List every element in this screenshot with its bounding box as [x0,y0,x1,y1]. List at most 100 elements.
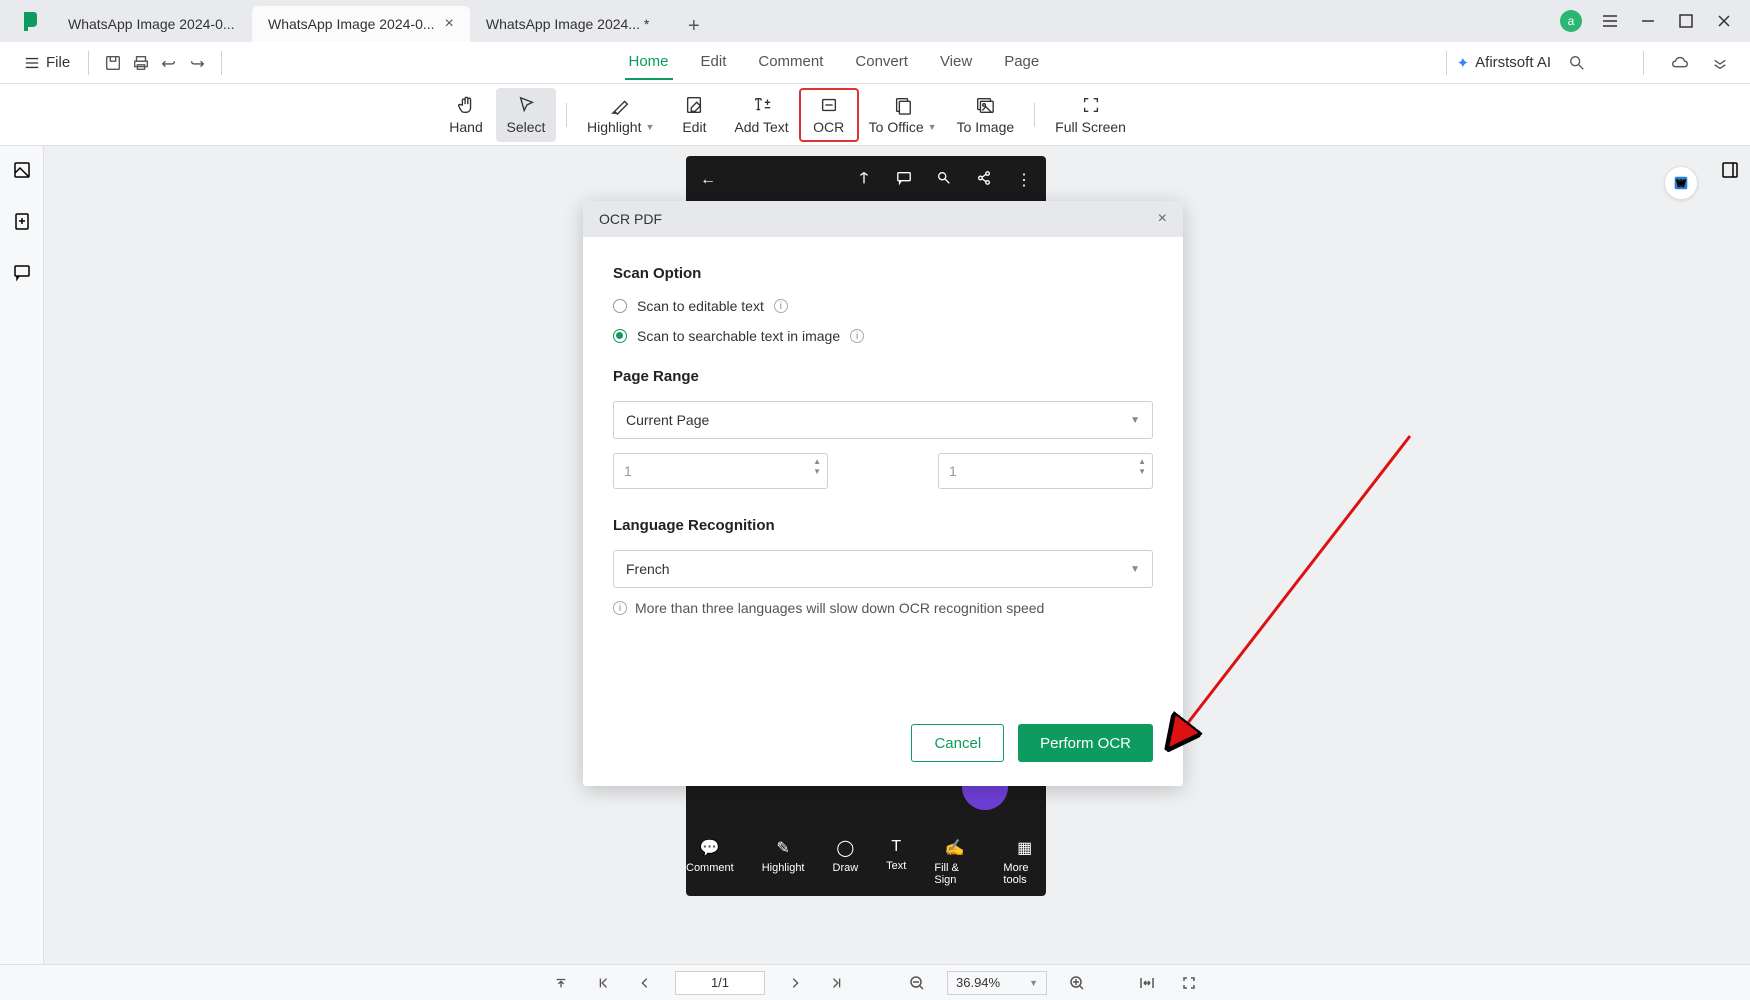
add-tab-button[interactable]: + [678,10,710,42]
minimize-icon[interactable] [1638,11,1658,31]
office-icon [893,95,913,115]
add-text-tool[interactable]: Add Text [724,88,798,142]
spinner-arrows[interactable]: ▲▼ [813,458,821,476]
cancel-button[interactable]: Cancel [911,724,1004,762]
document-tab[interactable]: WhatsApp Image 2024-0... × [252,6,470,42]
preview-bottom-bar: 💬Comment ✎Highlight ◯Draw TText ✍Fill & … [686,838,1046,886]
ai-button[interactable]: ✦ Afirstsoft AI [1457,54,1551,72]
cloud-icon[interactable] [1666,49,1694,77]
preview-tool[interactable]: ✍Fill & Sign [934,838,975,886]
menu-tab-comment[interactable]: Comment [754,45,827,80]
statusbar: 36.94% ▼ [0,964,1750,1000]
left-sidebar [0,146,44,964]
file-menu-button[interactable]: File [16,50,78,75]
hamburger-icon[interactable] [1600,11,1620,31]
info-icon[interactable]: i [850,329,864,343]
document-tab[interactable]: WhatsApp Image 2024-0... [52,6,252,42]
maximize-icon[interactable] [1676,11,1696,31]
svg-text:W: W [1677,179,1686,189]
save-icon[interactable] [99,49,127,77]
back-arrow-icon[interactable]: ← [700,171,716,189]
more-icon[interactable]: ⋮ [1016,170,1032,190]
ocr-tool[interactable]: OCR [799,88,859,142]
tab-label: WhatsApp Image 2024... * [486,16,649,32]
fit-page-icon[interactable] [1177,971,1201,995]
sign-icon: ✍ [945,838,965,858]
info-icon[interactable]: i [774,299,788,313]
chevron-down-icon: ▼ [1130,564,1140,575]
comment-icon[interactable] [896,170,912,191]
word-export-float-button[interactable]: W [1664,166,1698,200]
bookmark-add-icon[interactable] [12,211,32,236]
preview-tool[interactable]: ▦More tools [1003,838,1046,886]
edit-tool[interactable]: Edit [664,88,724,142]
share-icon[interactable] [976,170,992,191]
menu-tab-edit[interactable]: Edit [697,45,731,80]
user-avatar[interactable]: a [1560,10,1582,32]
close-window-icon[interactable] [1714,11,1734,31]
to-office-tool[interactable]: To Office▼ [859,88,947,142]
fit-width-icon[interactable] [1135,971,1159,995]
radio-icon [613,329,627,343]
last-page-icon[interactable] [825,971,849,995]
ai-label: Afirstsoft AI [1475,54,1551,71]
zoom-in-icon[interactable] [1065,971,1089,995]
preview-tool[interactable]: ◯Draw [833,838,859,886]
page-range-select[interactable]: Current Page ▼ [613,401,1153,439]
language-heading: Language Recognition [613,517,1153,534]
ocr-icon [819,95,839,115]
language-select[interactable]: French ▼ [613,550,1153,588]
collapse-ribbon-icon[interactable] [1706,49,1734,77]
scroll-top-icon[interactable] [549,971,573,995]
menu-tab-page[interactable]: Page [1000,45,1043,80]
prev-page-icon[interactable] [633,971,657,995]
first-page-icon[interactable] [591,971,615,995]
range-to-input[interactable]: 1 ▲▼ [938,453,1153,489]
select-tool[interactable]: Select [496,88,556,142]
page-range-heading: Page Range [613,368,1153,385]
file-label: File [46,54,70,71]
page-number-input[interactable] [675,971,765,995]
perform-ocr-button[interactable]: Perform OCR [1018,724,1153,762]
tool-label: Highlight [587,119,641,135]
print-icon[interactable] [127,49,155,77]
search-icon[interactable] [1563,49,1591,77]
scan-searchable-radio[interactable]: Scan to searchable text in image i [613,328,1153,344]
hand-tool[interactable]: Hand [436,88,496,142]
redo-icon[interactable] [183,49,211,77]
annotate-icon[interactable] [856,170,872,191]
close-tab-icon[interactable]: × [445,15,454,33]
titlebar: WhatsApp Image 2024-0... WhatsApp Image … [0,0,1750,42]
scan-option-heading: Scan Option [613,265,1153,282]
undo-icon[interactable] [155,49,183,77]
next-page-icon[interactable] [783,971,807,995]
panel-toggle-icon[interactable] [1720,160,1740,185]
preview-tool[interactable]: 💬Comment [686,838,734,886]
preview-tool[interactable]: ✎Highlight [762,838,805,886]
menu-tab-home[interactable]: Home [625,45,673,80]
menu-tab-convert[interactable]: Convert [851,45,912,80]
add-text-icon [752,95,772,115]
zoom-out-icon[interactable] [905,971,929,995]
dialog-close-icon[interactable]: × [1158,210,1167,228]
highlight-tool[interactable]: Highlight▼ [577,88,664,142]
comment-icon: 💬 [700,838,720,858]
menu-tab-view[interactable]: View [936,45,976,80]
full-screen-tool[interactable]: Full Screen [1045,88,1136,142]
scan-editable-radio[interactable]: Scan to editable text i [613,298,1153,314]
edit-icon [684,95,704,115]
tool-label: To Office [869,119,924,135]
range-from-input[interactable]: 1 ▲▼ [613,453,828,489]
preview-tool[interactable]: TText [886,838,906,886]
spinner-arrows[interactable]: ▲▼ [1138,458,1146,476]
zoom-select[interactable]: 36.94% ▼ [947,971,1047,995]
hand-icon [456,95,476,115]
search-icon[interactable] [936,170,952,191]
thumbnails-icon[interactable] [12,160,32,185]
comment-panel-icon[interactable] [12,262,32,287]
document-tab[interactable]: WhatsApp Image 2024... * [470,6,670,42]
right-sidebar [1710,146,1750,964]
hint-text: More than three languages will slow down… [635,600,1044,616]
tool-label: OCR [813,119,844,135]
to-image-tool[interactable]: To Image [947,88,1025,142]
